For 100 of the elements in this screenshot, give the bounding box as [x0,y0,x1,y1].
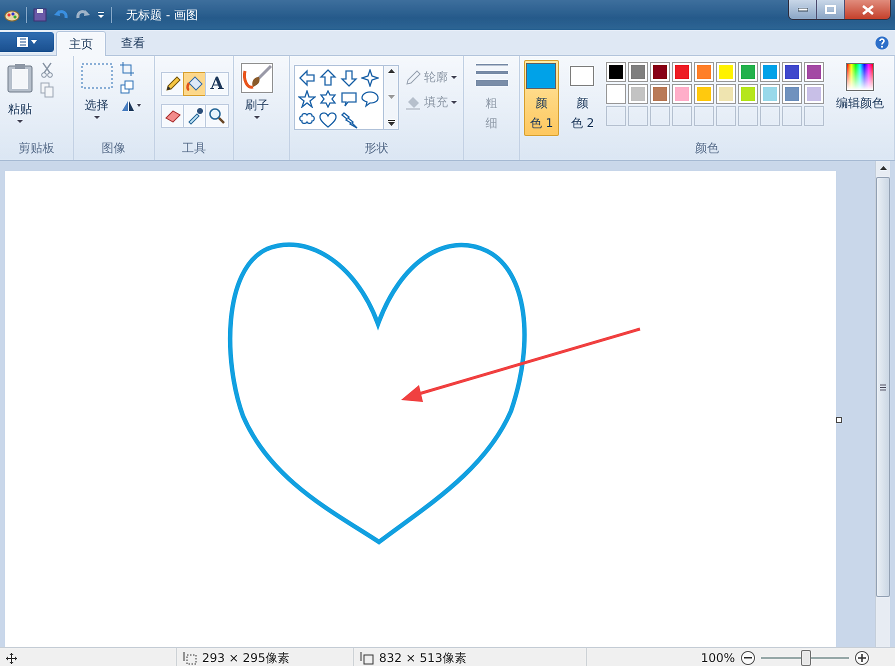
palette-color[interactable] [804,62,824,82]
palette-color[interactable] [694,62,714,82]
window-title: 无标题 - 画图 [126,6,198,24]
select-button[interactable]: 选择 [78,60,116,140]
left-arrow-shape-icon[interactable] [298,69,316,87]
zoom-in-button[interactable] [855,651,869,665]
palette-color[interactable] [628,62,648,82]
minimize-icon [798,8,808,12]
color-picker-icon [186,107,204,125]
zoom-slider-thumb[interactable] [801,650,811,666]
maximize-icon [825,5,836,14]
empty-color-slot[interactable] [694,106,714,126]
pencil-icon [405,70,422,86]
empty-color-slot[interactable] [628,106,648,126]
ribbon-tab[interactable]: 查看 [108,31,158,55]
palette-color[interactable] [628,84,648,104]
app-menu-button[interactable] [0,32,54,52]
palette-color[interactable] [606,84,626,104]
clipboard-icon [7,63,33,93]
brush-button[interactable]: 刷子 [238,60,276,160]
palette-color[interactable] [782,62,802,82]
menu-icon [16,37,38,47]
palette-color[interactable] [606,62,626,82]
help-icon[interactable] [875,36,889,50]
scroll-down-icon[interactable] [388,94,395,98]
palette-color[interactable] [804,84,824,104]
maximize-button[interactable] [817,0,845,19]
palette-color[interactable] [694,84,714,104]
palette-color[interactable] [760,62,780,82]
rectangle-callout-icon[interactable] [340,90,358,108]
text-tool-icon: A [210,75,224,93]
resize-icon[interactable] [120,80,134,94]
group-label: 剪贴板 [17,140,56,157]
selection-size: 293 × 295像素 [202,650,290,666]
palette-color[interactable] [738,62,758,82]
zoom-out-button[interactable] [741,651,755,665]
canvas-size: 832 × 513像素 [379,650,466,666]
empty-color-slot[interactable] [760,106,780,126]
customize-dropdown-icon[interactable] [97,11,105,19]
crop-icon[interactable] [120,62,134,76]
spectrum-icon [846,63,874,91]
palette-color[interactable] [672,84,692,104]
tool-button[interactable] [160,72,185,96]
empty-color-slot[interactable] [650,106,670,126]
tool-button[interactable] [160,104,185,128]
tool-button[interactable] [182,104,207,128]
empty-color-slot[interactable] [782,106,802,126]
resize-handle[interactable] [836,417,842,423]
scroll-up-icon[interactable] [388,69,395,73]
color-selector[interactable]: 颜 色 1 [524,60,559,136]
edit-colors-button[interactable]: 编辑颜色 [830,60,890,140]
four-point-star-icon[interactable] [361,69,380,87]
lightning-shape-icon[interactable] [340,111,358,129]
paintbrush-icon [241,63,274,93]
close-button[interactable] [845,0,890,19]
down-arrow-shape-icon[interactable] [340,69,358,87]
palette-color[interactable] [716,62,736,82]
empty-color-slot[interactable] [738,106,758,126]
empty-color-slot[interactable] [672,106,692,126]
color-selector[interactable]: 颜 色 2 [564,60,600,136]
up-arrow-shape-icon[interactable] [319,69,338,87]
empty-color-slot[interactable] [804,106,824,126]
scroll-up-icon[interactable] [880,166,886,170]
vertical-scrollbar[interactable] [875,161,890,647]
palette-color[interactable] [760,84,780,104]
paint-bucket-icon [186,75,204,93]
tool-button[interactable] [204,104,229,128]
palette-color[interactable] [782,84,802,104]
paste-button[interactable]: 粘贴 [4,60,36,140]
palette-color[interactable] [650,62,670,82]
tool-button[interactable]: A [204,72,229,96]
group-label: 颜色 [694,140,720,157]
empty-color-slot[interactable] [716,106,736,126]
five-point-star-icon[interactable] [298,90,316,108]
six-point-star-icon[interactable] [319,90,338,108]
group-label: 形状 [364,140,390,157]
group-label: 工具 [180,140,207,157]
pencil-icon [164,75,182,93]
plus-icon [858,654,866,662]
palette-color[interactable] [650,84,670,104]
save-icon[interactable] [33,8,47,22]
selection-size-icon [183,652,197,664]
minimize-button[interactable] [789,0,817,19]
gallery-expand-icon[interactable] [388,120,395,126]
selection-rectangle-icon [80,63,112,89]
move-cursor-icon [6,652,17,664]
oval-callout-icon[interactable] [361,90,380,108]
minus-icon [744,657,752,659]
grip-icon [880,384,886,390]
ribbon-tab[interactable]: 主页 [56,31,106,56]
scissors-icon[interactable] [40,62,54,78]
group-label: 图像 [100,140,127,157]
palette-color[interactable] [672,62,692,82]
tool-button[interactable] [182,72,207,96]
zoom-level: 100% [700,651,735,665]
empty-color-slot[interactable] [606,106,626,126]
palette-color[interactable] [716,84,736,104]
heart-shape-icon[interactable] [319,111,338,129]
palette-color[interactable] [738,84,758,104]
canvas-size-icon [360,652,374,664]
